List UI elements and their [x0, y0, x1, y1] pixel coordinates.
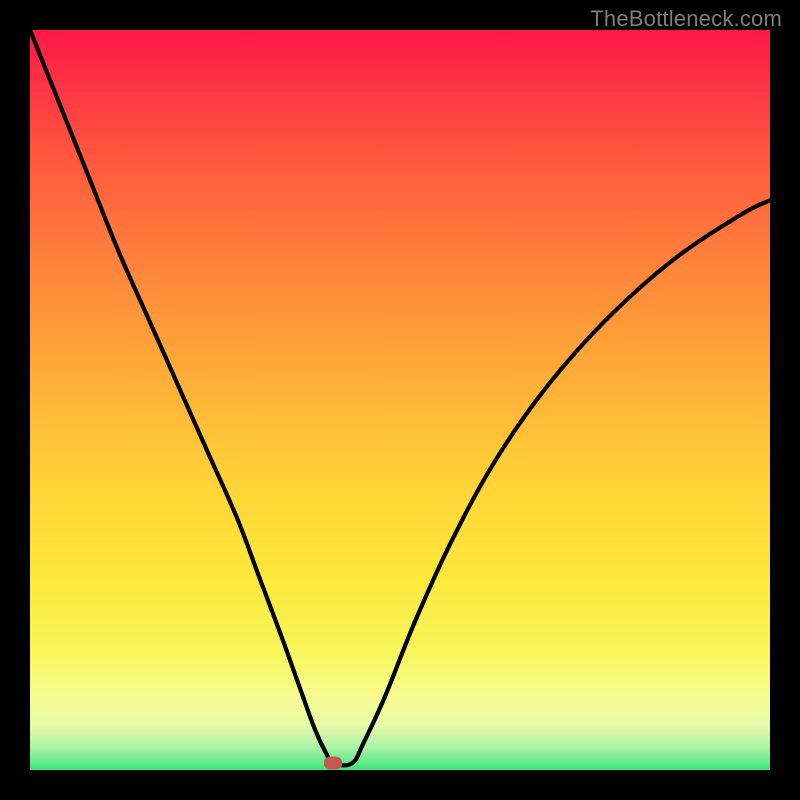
curve-path [30, 30, 770, 765]
chart-frame: TheBottleneck.com [0, 0, 800, 800]
plot-area [30, 30, 770, 770]
min-marker [324, 757, 342, 770]
watermark-text: TheBottleneck.com [590, 6, 782, 32]
bottleneck-curve [30, 30, 770, 770]
